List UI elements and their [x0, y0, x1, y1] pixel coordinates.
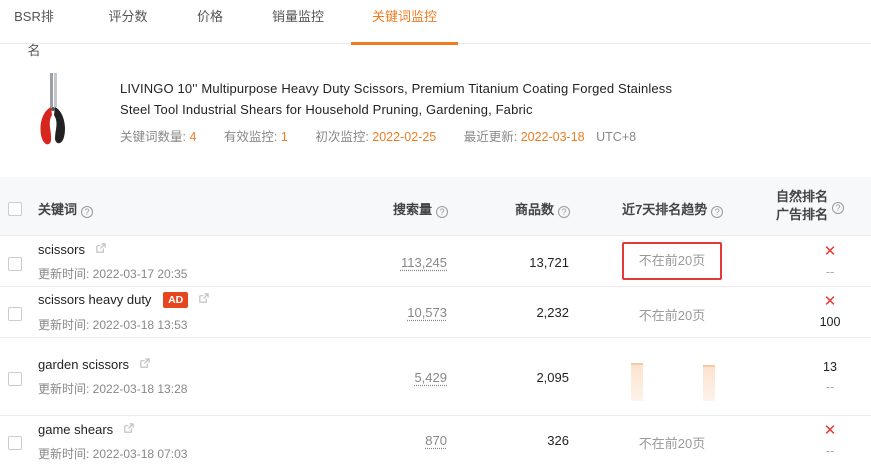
product-title-line-2: Steel Tool Industrial Shears for Househo… — [120, 102, 533, 117]
trend-not-in-top-20: 不在前20页 — [622, 242, 722, 280]
external-link-icon[interactable] — [95, 243, 106, 254]
updated-time: 更新时间: 2022-03-18 13:53 — [38, 318, 188, 332]
table-row: scissors heavy duty AD 更新时间: 2022-03-18 … — [0, 287, 871, 338]
updated-time: 更新时间: 2022-03-18 07:03 — [38, 447, 188, 461]
first-monitor-value: 2022-02-25 — [372, 130, 437, 144]
tab-sales-monitor[interactable]: 销量监控 — [266, 0, 330, 44]
question-circle-icon[interactable]: ? — [436, 206, 449, 218]
header-trend: 近7天排名趋势? — [622, 199, 724, 218]
valid-monitor-value: 1 — [280, 130, 288, 144]
keyword-cell: scissors — [38, 242, 106, 257]
trend-bar — [703, 365, 715, 401]
row-checkbox[interactable] — [8, 372, 22, 386]
trend-bar — [631, 363, 643, 401]
product-summary: LIVINGO 10'' Multipurpose Heavy Duty Sci… — [0, 44, 871, 177]
keyword-text[interactable]: garden scissors — [38, 357, 129, 372]
keyword-count-label: 关键词数量: — [120, 130, 186, 144]
table-row: game shears 更新时间: 2022-03-18 07:03 870 3… — [0, 416, 871, 466]
external-link-icon[interactable] — [139, 358, 150, 369]
header-search-volume[interactable]: 搜索量? — [393, 199, 449, 218]
row-checkbox[interactable] — [8, 436, 22, 450]
close-x-icon: ✕ — [823, 422, 837, 439]
product-title-line-1: LIVINGO 10'' Multipurpose Heavy Duty Sci… — [120, 81, 673, 96]
product-image[interactable] — [33, 71, 73, 151]
trend-not-in-top-20: 不在前20页 — [638, 436, 706, 451]
table-row: scissors 更新时间: 2022-03-17 20:35 113,245 … — [0, 237, 871, 287]
ad-rank-value: -- — [825, 380, 835, 394]
question-circle-icon[interactable]: ? — [832, 202, 845, 214]
row-checkbox[interactable] — [8, 257, 22, 271]
header-ad-rank: 广告排名 — [776, 207, 829, 222]
product-count: 2,232 — [536, 305, 569, 320]
last-update-value: 2022-03-18 — [520, 130, 585, 144]
search-volume-link[interactable]: 10,573 — [407, 305, 447, 320]
rank-cell: ✕ 100 — [810, 292, 850, 332]
tab-bsr-rank[interactable]: BSR排名 — [8, 0, 60, 58]
select-all-checkbox[interactable] — [8, 202, 22, 216]
external-link-icon[interactable] — [123, 423, 134, 434]
trend-not-in-top-20: 不在前20页 — [638, 308, 706, 323]
question-circle-icon[interactable]: ? — [711, 206, 724, 218]
search-volume-link[interactable]: 870 — [425, 433, 447, 448]
close-x-icon: ✕ — [823, 293, 837, 310]
keyword-cell: scissors heavy duty AD — [38, 292, 209, 308]
table-row: garden scissors 更新时间: 2022-03-18 13:28 5… — [0, 338, 871, 416]
search-volume-link[interactable]: 5,429 — [414, 370, 447, 385]
keyword-count-value: 4 — [189, 130, 197, 144]
question-circle-icon[interactable]: ? — [81, 206, 94, 218]
tab-price[interactable]: 价格 — [190, 0, 230, 44]
ad-rank-value: 100 — [819, 315, 841, 329]
updated-time: 更新时间: 2022-03-17 20:35 — [38, 267, 188, 281]
product-count: 326 — [547, 433, 569, 448]
header-keyword: 关键词? — [38, 199, 94, 218]
rank-cell: ✕ -- — [810, 421, 850, 461]
ad-rank-value: -- — [825, 265, 835, 279]
rank-cell: 13 -- — [810, 357, 850, 397]
search-volume-link[interactable]: 113,245 — [401, 255, 447, 270]
valid-monitor-label: 有效监控: — [223, 130, 278, 144]
product-count: 13,721 — [529, 255, 569, 270]
header-product-count[interactable]: 商品数? — [515, 199, 571, 218]
keyword-text[interactable]: game shears — [38, 422, 113, 437]
ad-rank-value: -- — [825, 444, 835, 458]
updated-time: 更新时间: 2022-03-18 13:28 — [38, 382, 188, 396]
product-count: 2,095 — [536, 370, 569, 385]
keyword-cell: game shears — [38, 422, 134, 437]
ad-badge: AD — [163, 292, 189, 308]
first-monitor-label: 初次监控: — [315, 130, 369, 144]
product-meta: 关键词数量: 4 有效监控: 1 初次监控: 2022-02-25 最近更新: … — [120, 126, 636, 145]
timezone-label: UTC+8 — [596, 130, 637, 144]
tab-rating-count[interactable]: 评分数 — [103, 0, 153, 44]
keyword-cell: garden scissors — [38, 357, 150, 372]
tab-bar: BSR排名 评分数 价格 销量监控 关键词监控 — [0, 0, 871, 58]
close-x-icon: ✕ — [823, 243, 837, 260]
question-circle-icon[interactable]: ? — [558, 206, 571, 218]
organic-rank-value: 13 — [823, 360, 837, 374]
tab-keyword-monitor[interactable]: 关键词监控 — [351, 0, 458, 45]
header-rank: 自然排名 广告排名? — [776, 188, 845, 224]
external-link-icon[interactable] — [198, 293, 209, 304]
keyword-text[interactable]: scissors heavy duty — [38, 292, 151, 307]
product-title[interactable]: LIVINGO 10'' Multipurpose Heavy Duty Sci… — [120, 78, 740, 120]
keyword-text[interactable]: scissors — [38, 242, 85, 257]
row-checkbox[interactable] — [8, 307, 22, 321]
last-update-label: 最近更新: — [463, 130, 518, 144]
table-header: 关键词? 搜索量? 商品数? 近7天排名趋势? 自然排名 广告排名? — [0, 177, 871, 236]
rank-cell: ✕ -- — [810, 242, 850, 282]
